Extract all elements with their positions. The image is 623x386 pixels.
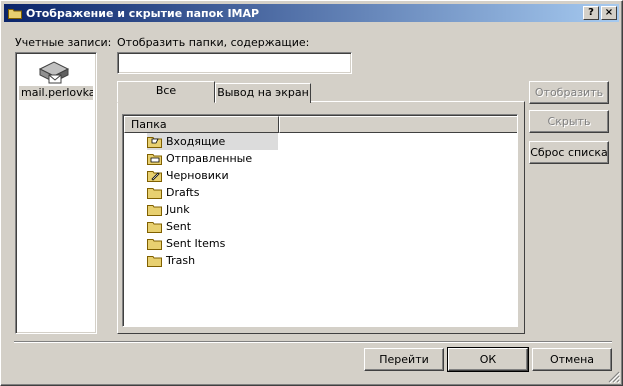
search-input[interactable]: [117, 52, 352, 74]
folder-label: Sent Items: [166, 237, 226, 250]
close-button[interactable]: ×: [601, 6, 617, 20]
folder-icon: [147, 222, 162, 233]
cancel-button[interactable]: Отмена: [532, 348, 612, 371]
help-button[interactable]: ?: [583, 6, 599, 20]
reset-list-button[interactable]: Сброс списка: [529, 141, 609, 164]
folder-label: Sent: [166, 220, 192, 233]
folder-label: Входящие: [166, 135, 226, 148]
folder-item-drafts-ru[interactable]: Черновики: [147, 167, 232, 184]
folder-item-sent[interactable]: Sent: [147, 218, 194, 235]
folder-label: Junk: [166, 203, 190, 216]
hide-button[interactable]: Скрыть: [529, 110, 609, 133]
window-title: Отображение и скрытие папок IMAP: [26, 6, 260, 20]
mail-server-icon: [38, 61, 70, 84]
folder-label: Drafts: [166, 186, 200, 199]
folder-icon: [147, 239, 162, 250]
folder-label: Trash: [166, 254, 196, 267]
folder-item-sent-ru[interactable]: Отправленные: [147, 150, 255, 167]
goto-button[interactable]: Перейти: [364, 348, 444, 371]
title-bar[interactable]: Отображение и скрытие папок IMAP ? ×: [4, 4, 619, 22]
folder-item-sent-items[interactable]: Sent Items: [147, 235, 228, 252]
imap-folders-dialog: Отображение и скрытие папок IMAP ? × Уче…: [0, 0, 623, 386]
sent-folder-icon: [147, 154, 162, 165]
column-header-folder[interactable]: Папка: [124, 116, 279, 133]
accounts-list[interactable]: mail.perlovka...: [15, 52, 97, 334]
show-button[interactable]: Отобразить: [529, 81, 609, 104]
tab-all[interactable]: Все: [117, 81, 215, 103]
folder-icon: [147, 205, 162, 216]
search-label: Отобразить папки, содержащие:: [117, 36, 310, 49]
folder-list[interactable]: Папка Входящие Отправленные Черновики Dr…: [122, 114, 518, 327]
ok-button[interactable]: ОК: [447, 347, 529, 372]
folder-item-drafts[interactable]: Drafts: [147, 184, 202, 201]
folder-icon: [147, 188, 162, 199]
folder-item-trash[interactable]: Trash: [147, 252, 198, 269]
accounts-label: Учетные записи:: [15, 36, 112, 49]
column-header-filler: [279, 116, 517, 133]
resize-grip-icon[interactable]: [608, 371, 620, 383]
tab-display[interactable]: Вывод на экран: [215, 83, 311, 103]
account-name: mail.perlovka...: [19, 86, 93, 100]
drafts-folder-icon: [147, 171, 162, 182]
folder-item-inbox[interactable]: Входящие: [147, 133, 278, 150]
folder-icon: [147, 256, 162, 267]
folder-icon: [8, 8, 22, 19]
folder-label: Отправленные: [166, 152, 253, 165]
separator: [14, 341, 612, 343]
folder-item-junk[interactable]: Junk: [147, 201, 193, 218]
folder-label: Черновики: [166, 169, 229, 182]
inbox-folder-icon: [147, 137, 162, 148]
